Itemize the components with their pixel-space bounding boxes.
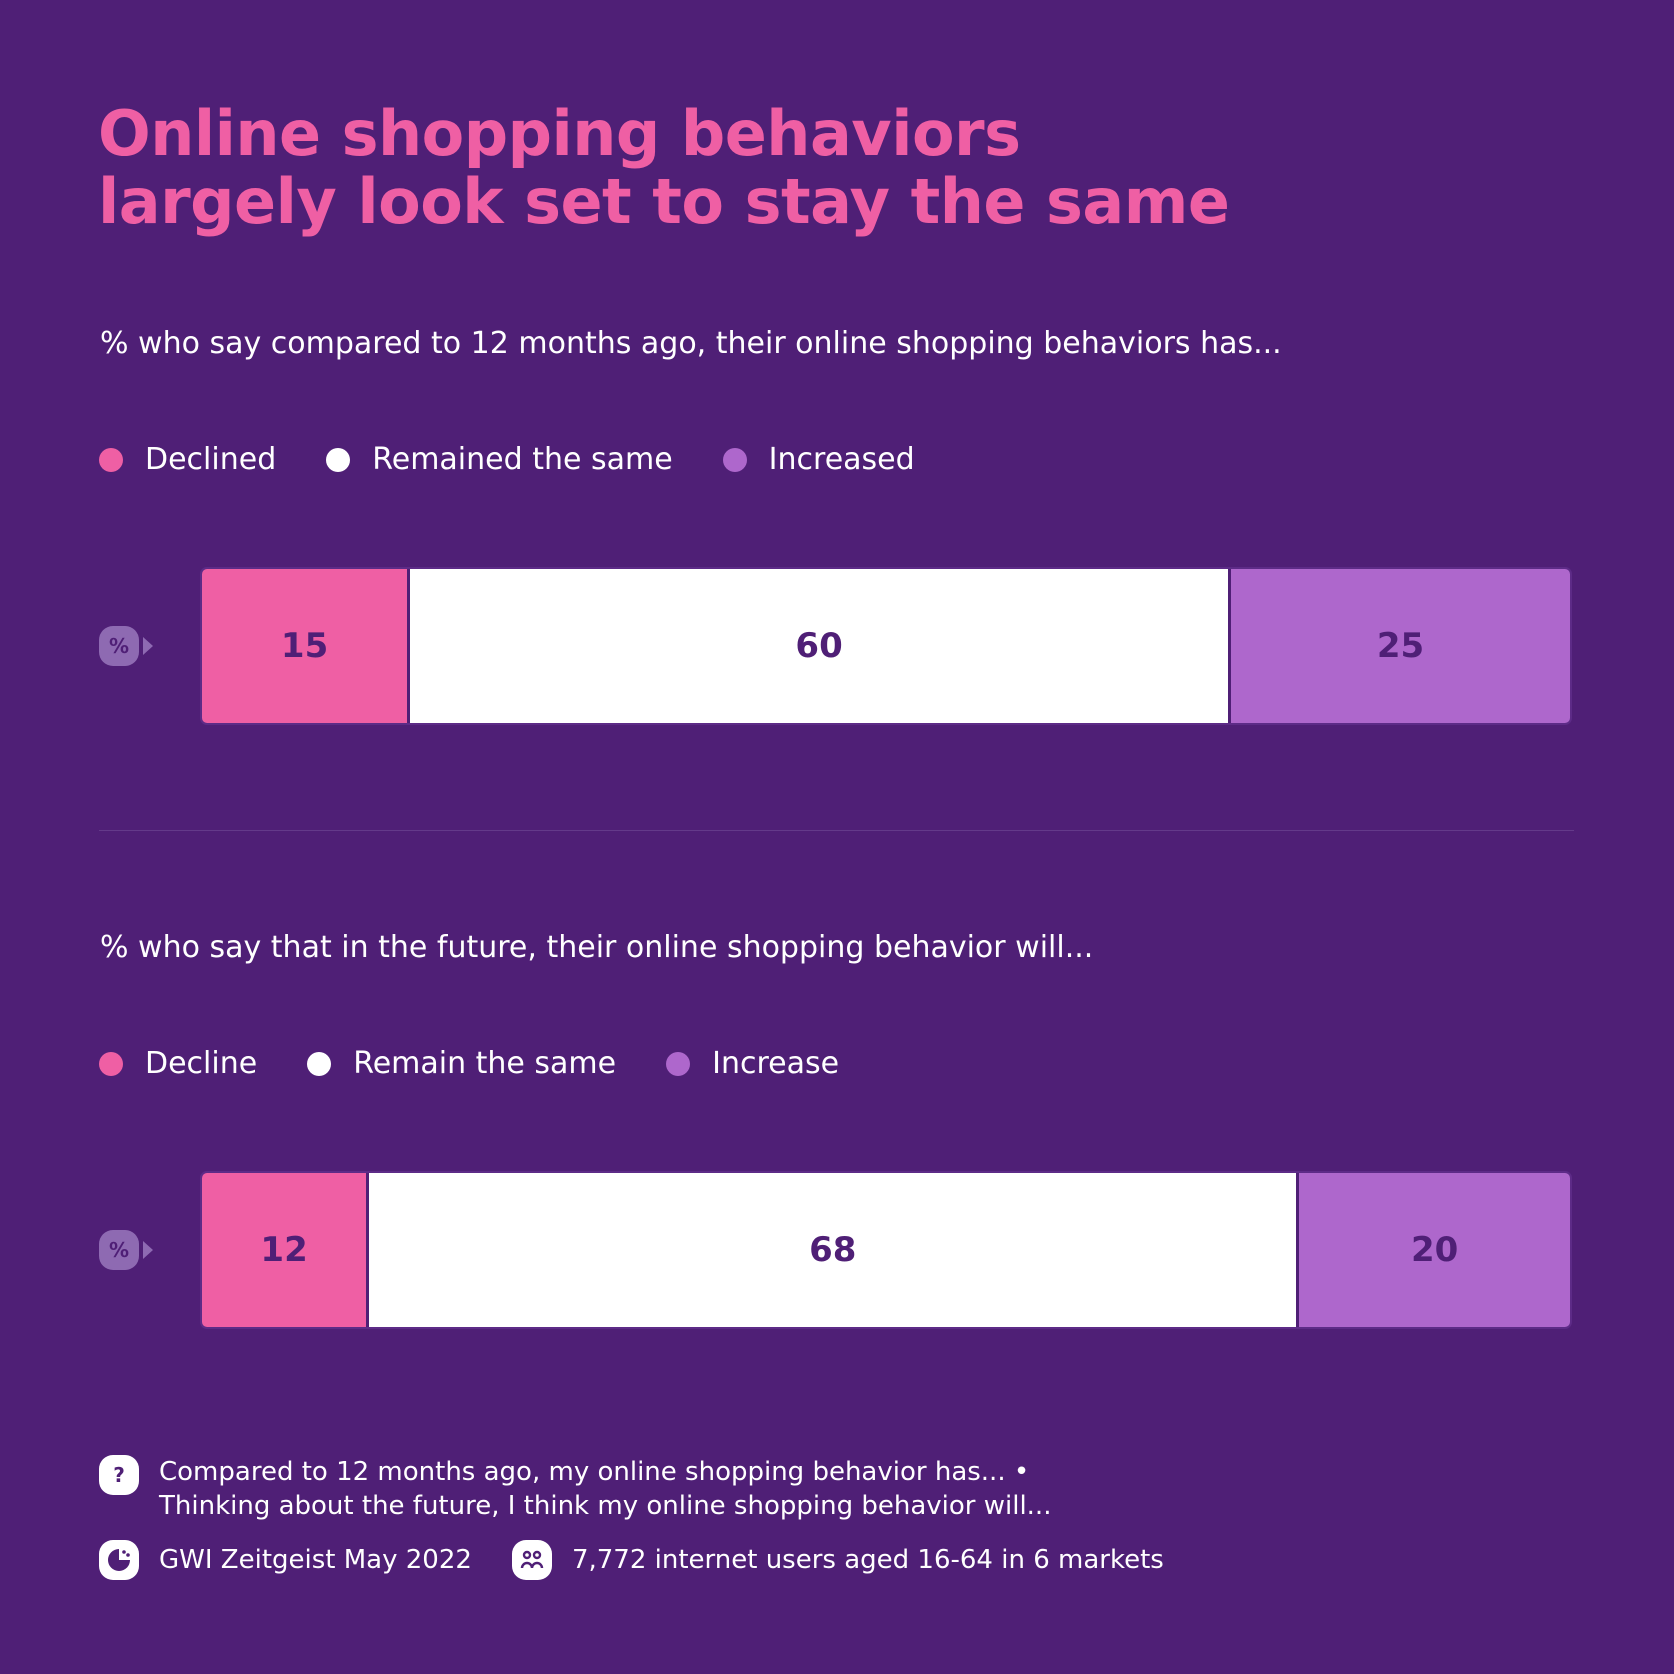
audience-text: 7,772 internet users aged 16-64 in 6 mar…: [571, 1545, 1164, 1575]
legend-dot-purple: [666, 1051, 691, 1076]
question-icon: ?: [99, 1455, 139, 1495]
chart-1-subtitle: % who say compared to 12 months ago, the…: [100, 326, 1282, 361]
bar-segment-decline: 12: [202, 1173, 367, 1327]
data-label: 25: [1376, 626, 1425, 666]
bar-segment-remain-the-same: 68: [366, 1173, 1297, 1327]
title-line-2: largely look set to stay the same: [98, 165, 1230, 238]
data-label: 20: [1411, 1230, 1459, 1270]
title-line-1: Online shopping behaviors: [98, 97, 1021, 170]
arrow-right-icon: [143, 637, 153, 655]
data-label: 15: [280, 626, 329, 666]
legend-dot-purple: [722, 447, 747, 472]
legend-item-increase: Increase: [666, 1046, 839, 1081]
bar-segment-declined: 15: [202, 569, 408, 723]
chart-title: Online shopping behaviors largely look s…: [98, 97, 1230, 238]
chart-1-legend: Declined Remained the same Increased: [99, 442, 965, 477]
percent-icon: %: [99, 1230, 139, 1270]
percent-icon: %: [99, 626, 139, 666]
chart-2-subtitle: % who say that in the future, their onli…: [100, 930, 1094, 965]
legend-label: Remain the same: [353, 1046, 617, 1081]
legend-dot-white: [326, 447, 351, 472]
bar-segment-increase: 20: [1296, 1173, 1570, 1327]
footer-meta: GWI Zeitgeist May 2022 7,772 internet us…: [99, 1540, 1164, 1580]
chart-2-stacked-bar: 12 68 20: [200, 1171, 1572, 1329]
chart-2-legend: Decline Remain the same Increase: [99, 1046, 889, 1081]
question-line-2: Thinking about the future, I think my on…: [159, 1491, 1052, 1521]
legend-label: Remained the same: [372, 442, 673, 477]
legend-dot-pink: [99, 1051, 123, 1076]
legend-item-increased: Increased: [722, 442, 915, 477]
legend-label: Declined: [145, 442, 277, 477]
section-divider: [99, 830, 1574, 831]
legend-item-remain: Remain the same: [307, 1046, 616, 1081]
arrow-right-icon: [143, 1241, 153, 1259]
question-text: Compared to 12 months ago, my online sho…: [159, 1455, 1051, 1523]
chart-2-bar-row: % 12 68 20: [99, 1171, 1574, 1329]
legend-item-decline: Decline: [99, 1046, 257, 1081]
bar-segment-remained-the-same: 60: [407, 569, 1228, 723]
legend-item-declined: Declined: [99, 442, 276, 477]
data-label: 68: [809, 1230, 857, 1270]
chart-1-bar-row: % 15 60 25: [99, 567, 1574, 725]
people-icon: [511, 1540, 552, 1580]
gwi-logo-icon: [99, 1540, 139, 1580]
data-label: 60: [795, 626, 843, 666]
data-label: 12: [260, 1230, 308, 1270]
chart-1-stacked-bar: 15 60 25: [200, 567, 1572, 725]
legend-label: Increased: [768, 442, 915, 477]
footer-question: ? Compared to 12 months ago, my online s…: [99, 1455, 1051, 1523]
source-text: GWI Zeitgeist May 2022: [159, 1545, 472, 1575]
legend-dot-pink: [99, 447, 123, 472]
legend-label: Increase: [712, 1046, 840, 1081]
legend-label: Decline: [145, 1046, 258, 1081]
question-line-1: Compared to 12 months ago, my online sho…: [159, 1457, 1030, 1487]
legend-item-remained: Remained the same: [326, 442, 673, 477]
legend-dot-white: [307, 1051, 332, 1076]
bar-segment-increased: 25: [1227, 569, 1570, 723]
